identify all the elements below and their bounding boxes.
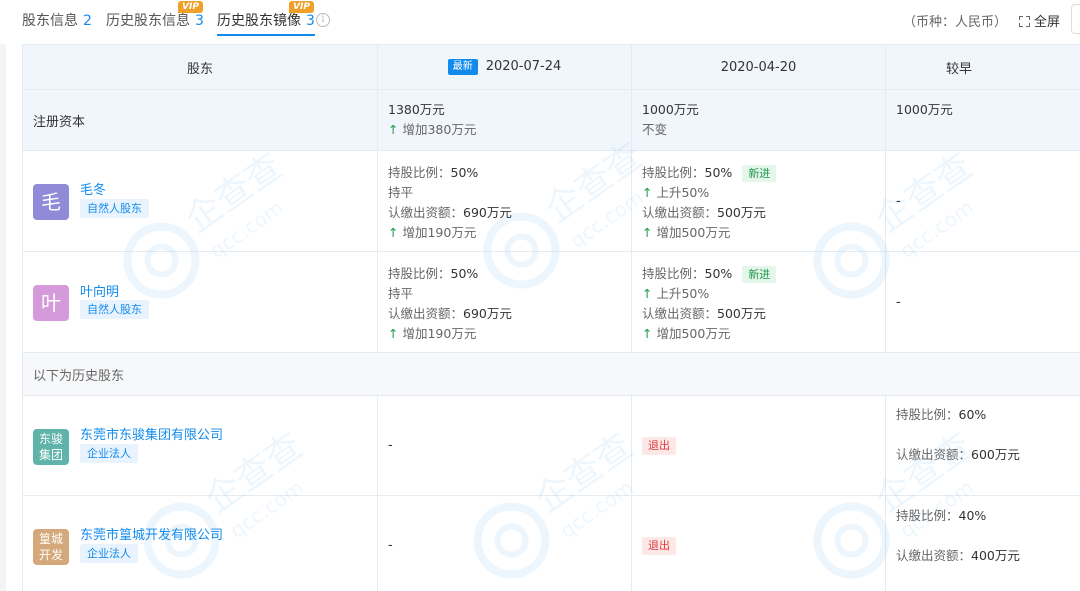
holding-cell: 持股比例：50% 新进 ↑ 上升50% 认缴出资额：500万元 ↑ 增加500万元 (631, 251, 886, 353)
capital-value: 1380万元 (388, 102, 445, 117)
tab-label: 股东信息 (22, 13, 78, 29)
shareholder-type-tag: 自然人股东 (80, 300, 149, 319)
shareholder-type-tag: 企业法人 (80, 444, 138, 463)
vip-badge: VIP (178, 1, 203, 13)
holding-cell: - (885, 150, 1080, 252)
exit-tag: 退出 (642, 436, 676, 455)
table-row: 叶 叶向明 自然人股东 持股比例：50% 持平 认缴出资额：690万元 ↑ 增加1… (22, 251, 1080, 353)
fullscreen-icon (1019, 16, 1030, 27)
tab-label: 历史股东信息 (106, 13, 190, 29)
tab-history-shareholder-info[interactable]: 历史股东信息 3 VIP (106, 1, 204, 30)
arrow-up-icon: ↑ (642, 225, 653, 240)
tab-count: 3 (306, 13, 315, 29)
holding-cell: 持股比例：50% 新进 ↑ 上升50% 认缴出资额：500万元 ↑ 增加500万元 (631, 150, 886, 252)
latest-badge: 最新 (447, 59, 478, 75)
holding-cell: 持股比例：60% 认缴出资额：600万元 (885, 395, 1080, 496)
registered-capital-cell: 1000万元 (885, 89, 1080, 151)
header-date-label: 2020-07-24 (485, 59, 562, 74)
tab-bar: 股东信息 2 历史股东信息 3 VIP 历史股东镜像 3 VIP i （币种：人民币）… (0, 0, 1080, 38)
holding-cell: 退出 (631, 395, 886, 496)
fullscreen-label: 全屏 (1034, 15, 1061, 30)
table-row: 东骏 集团 东莞市东骏集团有限公司 企业法人 - 退出 持股比例：60% 认缴出… (22, 395, 1080, 496)
arrow-up-icon: ↑ (388, 326, 399, 341)
toolbar-edge-control[interactable] (1071, 4, 1080, 34)
tab-shareholder-info[interactable]: 股东信息 2 (22, 10, 92, 30)
vip-badge: VIP (289, 1, 314, 13)
shareholder-name-link[interactable]: 东莞市篁城开发有限公司 (80, 524, 223, 543)
history-section-label: 以下为历史股东 (22, 352, 1080, 396)
holding-cell: - (885, 251, 1080, 353)
arrow-up-icon: ↑ (388, 225, 399, 240)
avatar: 毛 (33, 184, 69, 220)
holding-cell: 退出 (631, 495, 886, 591)
holding-cell: 持股比例：50% 持平 认缴出资额：690万元 ↑ 增加190万元 (377, 251, 632, 353)
holding-cell: 持股比例：40% 认缴出资额：400万元 (885, 495, 1080, 591)
fullscreen-button[interactable]: 全屏 (1019, 11, 1060, 30)
holding-cell: 持股比例：50% 持平 认缴出资额：690万元 ↑ 增加190万元 (377, 150, 632, 252)
tab-count: 2 (83, 13, 92, 29)
table-header-row: 股东 最新 2020-07-24 2020-04-20 较早 (22, 44, 1080, 90)
header-date-previous: 2020-04-20 (631, 44, 886, 90)
exit-tag: 退出 (642, 536, 676, 555)
registered-capital-cell: 1000万元 不变 (631, 89, 886, 151)
currency-label: （币种：人民币） (903, 15, 1008, 30)
tab-count: 3 (195, 13, 204, 29)
arrow-up-icon: ↑ (642, 185, 653, 200)
active-tab-indicator (217, 34, 315, 36)
holding-cell: - (377, 395, 632, 496)
shareholder-mirror-table: 股东 最新 2020-07-24 2020-04-20 较早 注册资本 1380万… (22, 44, 1080, 591)
new-entry-tag: 新进 (742, 266, 777, 283)
left-gutter (0, 44, 6, 591)
shareholder-cell: 篁城 开发 东莞市篁城开发有限公司 企业法人 (22, 495, 378, 591)
shareholder-type-tag: 企业法人 (80, 544, 138, 563)
shareholder-cell: 叶 叶向明 自然人股东 (22, 251, 378, 353)
header-date-latest: 最新 2020-07-24 (377, 44, 632, 90)
registered-capital-cell: 1380万元 ↑ 增加380万元 (377, 89, 632, 151)
shareholder-name-link[interactable]: 毛冬 (80, 179, 106, 198)
registered-capital-row: 注册资本 1380万元 ↑ 增加380万元 1000万元 不变 1000万元 (22, 89, 1080, 151)
shareholder-name-link[interactable]: 东莞市东骏集团有限公司 (80, 424, 223, 443)
shareholder-cell: 东骏 集团 东莞市东骏集团有限公司 企业法人 (22, 395, 378, 496)
capital-change: 不变 (642, 122, 668, 137)
info-icon[interactable]: i (316, 13, 330, 27)
tab-history-shareholder-mirror[interactable]: 历史股东镜像 3 VIP (217, 1, 315, 36)
capital-value: 1000万元 (896, 102, 953, 117)
avatar: 东骏 集团 (33, 429, 69, 465)
registered-capital-label: 注册资本 (22, 89, 378, 151)
holding-cell: - (377, 495, 632, 591)
shareholder-cell: 毛 毛冬 自然人股东 (22, 150, 378, 252)
tab-label: 历史股东镜像 (217, 13, 301, 29)
arrow-up-icon: ↑ (642, 326, 653, 341)
table-row: 篁城 开发 东莞市篁城开发有限公司 企业法人 - 退出 持股比例：40% 认缴出… (22, 495, 1080, 591)
header-earlier-label: 较早 (945, 61, 972, 77)
shareholder-type-tag: 自然人股东 (80, 199, 149, 218)
capital-change: ↑ 增加380万元 (388, 122, 477, 137)
table-row: 毛 毛冬 自然人股东 持股比例：50% 持平 认缴出资额：690万元 ↑ 增加19… (22, 150, 1080, 252)
arrow-up-icon: ↑ (388, 122, 399, 137)
new-entry-tag: 新进 (742, 165, 777, 182)
avatar: 篁城 开发 (33, 529, 69, 565)
capital-value: 1000万元 (642, 102, 699, 117)
arrow-up-icon: ↑ (642, 286, 653, 301)
header-shareholder: 股东 (22, 44, 378, 90)
avatar: 叶 (33, 285, 69, 321)
shareholder-name-link[interactable]: 叶向明 (80, 281, 119, 300)
header-earlier: 较早 (885, 44, 1080, 90)
history-section-row: 以下为历史股东 (22, 352, 1080, 396)
